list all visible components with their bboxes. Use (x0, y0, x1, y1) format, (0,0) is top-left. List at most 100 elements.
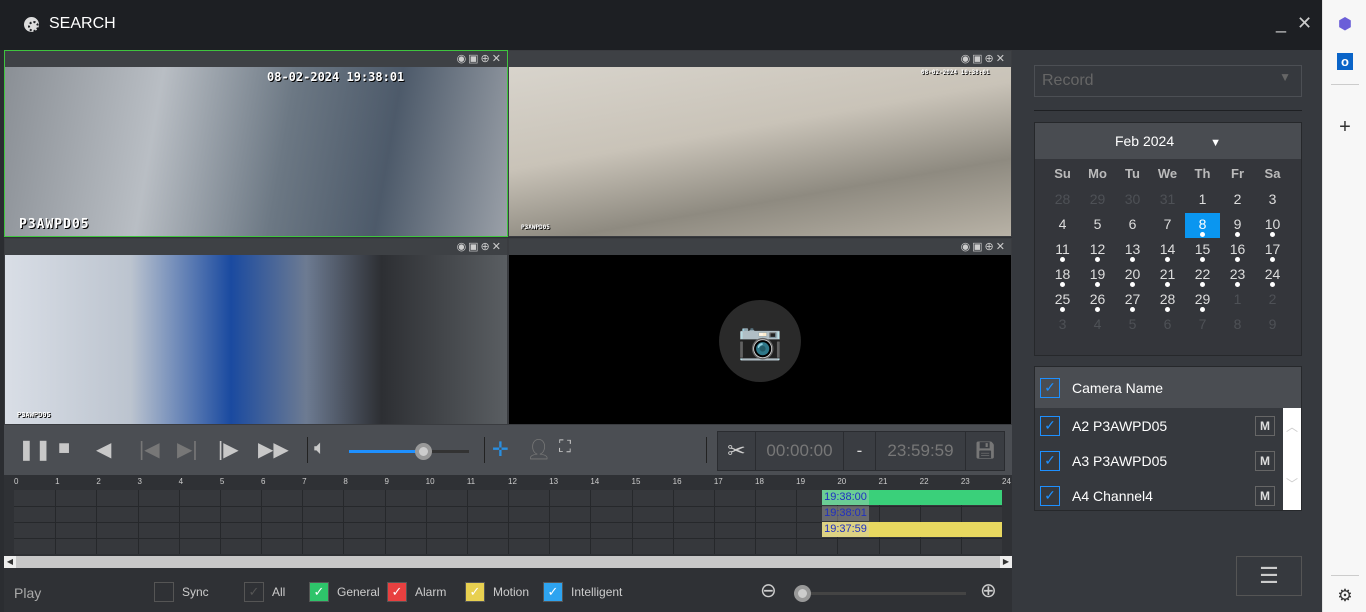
checkbox[interactable]: ✓ (244, 582, 264, 602)
zoom-knob[interactable] (794, 585, 811, 602)
filter-intelligent[interactable]: ✓ Intelligent (543, 582, 622, 602)
previous-frame-button[interactable]: |◀ (139, 437, 160, 462)
calendar-day[interactable]: 28 (1045, 188, 1080, 213)
zoom-out-icon[interactable]: ⊖ (760, 578, 777, 603)
calendar-day[interactable]: 7 (1150, 213, 1185, 238)
calendar-day[interactable]: 1 (1185, 188, 1220, 213)
camera-checkbox[interactable]: ✓ (1040, 450, 1060, 471)
calendar-day[interactable]: 29 (1185, 288, 1220, 313)
checkbox[interactable]: ✓ (465, 582, 485, 602)
camera-row[interactable]: ✓ A4 Channel4 M (1035, 478, 1283, 513)
video-tile-4[interactable]: ◉▣⊕✕ 📷 (508, 238, 1012, 425)
smart-search-icon[interactable]: ✛ (492, 437, 509, 462)
calendar-day[interactable]: 6 (1115, 213, 1150, 238)
camera-m-button[interactable]: M (1255, 450, 1275, 471)
list-view-button[interactable]: ☰ (1236, 556, 1302, 596)
camera-m-button[interactable]: M (1255, 485, 1275, 506)
calendar-day[interactable]: 9 (1220, 213, 1255, 238)
calendar-day[interactable]: 19 (1080, 263, 1115, 288)
timeline-scrollbar[interactable]: ◀ ▶ (4, 556, 1012, 568)
calendar-day[interactable]: 8 (1220, 313, 1255, 338)
calendar-day[interactable]: 30 (1115, 188, 1150, 213)
calendar-day[interactable]: 12 (1080, 238, 1115, 263)
calendar-day[interactable]: 24 (1255, 263, 1290, 288)
minimize-button[interactable]: _ (1276, 13, 1286, 34)
scroll-up-icon[interactable]: ︿ (1283, 418, 1301, 435)
volume-icon[interactable]: 🔈︎ (314, 437, 326, 460)
calendar-day[interactable]: 20 (1115, 263, 1150, 288)
person-search-icon[interactable]: 👤︎ (526, 437, 551, 462)
camera-m-button[interactable]: M (1255, 415, 1275, 436)
record-type-select[interactable]: Record ▼ (1034, 65, 1302, 97)
checkbox[interactable]: ✓ (309, 582, 329, 602)
filter-motion[interactable]: ✓ Motion (465, 582, 529, 602)
calendar-day[interactable]: 16 (1220, 238, 1255, 263)
video-tile-2[interactable]: ◉▣⊕✕ 08-02-2024 19:38:01 P3AWPD05 (508, 50, 1012, 237)
calendar-day[interactable]: 15 (1185, 238, 1220, 263)
tile-toolbar[interactable]: ◉▣⊕✕ (5, 51, 507, 67)
calendar-day[interactable]: 4 (1080, 313, 1115, 338)
filter-general[interactable]: ✓ General (309, 582, 380, 602)
calendar-day[interactable]: 8 (1185, 213, 1220, 238)
calendar-day[interactable]: 21 (1150, 263, 1185, 288)
calendar-day[interactable]: 6 (1150, 313, 1185, 338)
settings-gear-icon[interactable]: ⚙ (1323, 586, 1366, 606)
calendar-day[interactable]: 2 (1255, 288, 1290, 313)
checkbox[interactable]: ✓ (387, 582, 407, 602)
scroll-right-button[interactable]: ▶ (1000, 556, 1012, 568)
timeline[interactable]: 0 1 2 3 4 5 6 7 8 9 10 11 12 13 14 15 16 17 18 19 20 21 22 23 24… (4, 475, 1012, 568)
camera-row[interactable]: ✓ A2 P3AWPD05 M (1035, 408, 1283, 443)
video-tile-1[interactable]: ◉▣⊕✕ 08-02-2024 19:38:01 P3AWPD05 (4, 50, 508, 237)
calendar-day[interactable]: 3 (1045, 313, 1080, 338)
checkbox[interactable] (154, 582, 174, 602)
reverse-play-button[interactable]: ◀ (96, 437, 111, 462)
calendar-day[interactable]: 1 (1220, 288, 1255, 313)
fast-forward-button[interactable]: ▶▶ (258, 437, 289, 462)
calendar-day[interactable]: 10 (1255, 213, 1290, 238)
filter-all[interactable]: ✓ All (244, 582, 285, 602)
zoom-in-icon[interactable]: ⊕ (980, 578, 997, 603)
fullscreen-icon[interactable]: ⛶ (559, 437, 571, 457)
clip-start-time[interactable]: 00:00:00 (756, 432, 844, 470)
calendar-day[interactable]: 5 (1115, 313, 1150, 338)
copilot-icon[interactable]: ⬢ (1323, 14, 1366, 34)
scroll-left-button[interactable]: ◀ (4, 556, 16, 568)
pause-button[interactable]: ❚❚ (18, 437, 52, 462)
stop-button[interactable]: ■ (58, 437, 70, 460)
calendar-day[interactable]: 13 (1115, 238, 1150, 263)
calendar-day[interactable]: 25 (1045, 288, 1080, 313)
calendar-day[interactable]: 2 (1220, 188, 1255, 213)
filter-sync[interactable]: Sync (154, 582, 209, 602)
calendar-day[interactable]: 3 (1255, 188, 1290, 213)
calendar-day[interactable]: 23 (1220, 263, 1255, 288)
calendar-day[interactable]: 28 (1150, 288, 1185, 313)
timeline-zoom-slider[interactable] (794, 585, 966, 602)
calendar-day[interactable]: 4 (1045, 213, 1080, 238)
tile-toolbar[interactable]: ◉▣⊕✕ (5, 239, 507, 255)
camera-list-scrollbar[interactable]: ︿ ﹀ (1283, 408, 1301, 510)
select-all-checkbox[interactable]: ✓ (1040, 377, 1060, 398)
camera-row[interactable]: ✓ A3 P3AWPD05 M (1035, 443, 1283, 478)
checkbox[interactable]: ✓ (543, 582, 563, 602)
video-tile-3[interactable]: ◉▣⊕✕ P3AWPD05 (4, 238, 508, 425)
outlook-icon[interactable]: o (1337, 53, 1353, 70)
calendar-day[interactable]: 11 (1045, 238, 1080, 263)
calendar-day[interactable]: 5 (1080, 213, 1115, 238)
calendar-day[interactable]: 18 (1045, 263, 1080, 288)
scissors-icon[interactable]: ✂ (718, 432, 756, 470)
calendar-day[interactable]: 27 (1115, 288, 1150, 313)
calendar-day[interactable]: 17 (1255, 238, 1290, 263)
close-button[interactable]: ✕ (1297, 13, 1312, 34)
filter-alarm[interactable]: ✓ Alarm (387, 582, 446, 602)
timeline-grid[interactable]: 19:38:00 19:38:01 19:37:59 (14, 490, 1002, 554)
add-icon[interactable]: + (1323, 116, 1366, 139)
calendar-day[interactable]: 9 (1255, 313, 1290, 338)
calendar-day[interactable]: 14 (1150, 238, 1185, 263)
calendar-month[interactable]: Feb 2024 (1115, 133, 1174, 149)
scroll-down-icon[interactable]: ﹀ (1283, 475, 1301, 492)
volume-slider[interactable] (349, 443, 469, 460)
camera-checkbox[interactable]: ✓ (1040, 415, 1060, 436)
calendar-day[interactable]: 22 (1185, 263, 1220, 288)
volume-knob[interactable] (415, 443, 433, 460)
clip-end-time[interactable]: 23:59:59 (876, 432, 966, 470)
